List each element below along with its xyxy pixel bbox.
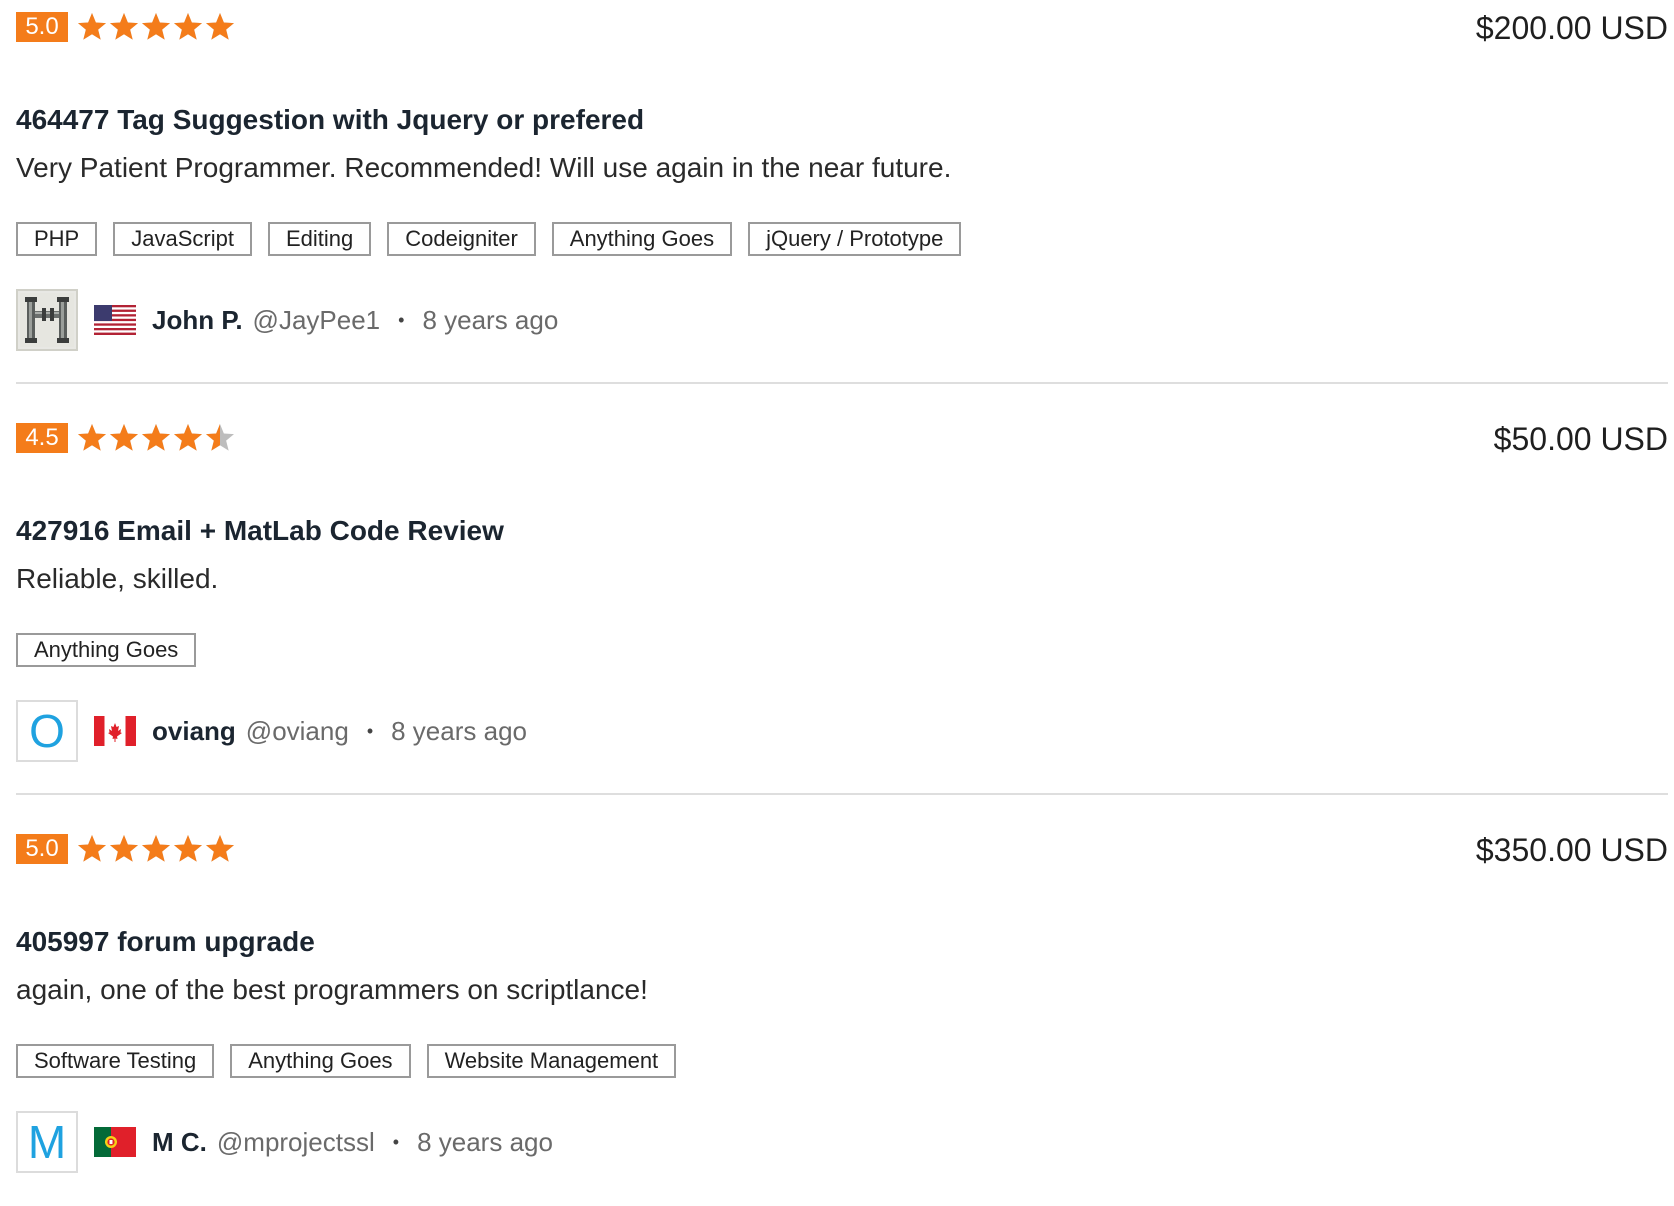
rating-row: 5.0 xyxy=(16,12,236,42)
star-full-icon xyxy=(78,424,106,451)
review-comment: again, one of the best programmers on sc… xyxy=(16,974,648,1005)
review-item: 5.0 $350.00 USD 405997 forum upgrade aga… xyxy=(16,822,1668,1206)
rating-badge: 5.0 xyxy=(16,834,68,864)
canada-flag xyxy=(94,716,136,746)
avatar[interactable] xyxy=(16,289,78,351)
review-comment: Reliable, skilled. xyxy=(16,563,219,594)
star-full-icon xyxy=(206,835,234,862)
skill-tag[interactable]: Editing xyxy=(267,222,372,256)
portugal-flag xyxy=(94,1127,136,1157)
review-price: $50.00 USD xyxy=(1493,421,1668,457)
review-item: 4.5 $50.00 USD 427916 Email + MatLab Cod… xyxy=(16,411,1668,795)
review-title[interactable]: 464477 Tag Suggestion with Jquery or pre… xyxy=(16,104,644,136)
review-time: 8 years ago xyxy=(422,304,559,335)
star-full-icon xyxy=(142,424,170,451)
review-comment: Very Patient Programmer. Recommended! Wi… xyxy=(16,152,952,183)
reviewer-handle[interactable]: @JayPee1 xyxy=(253,305,381,336)
reviewer-info: O oviang @oviang • 8 years ago xyxy=(16,699,527,763)
star-full-icon xyxy=(78,835,106,862)
skill-tag[interactable]: Anything Goes xyxy=(230,1044,411,1078)
reviewer-handle[interactable]: @mprojectssl xyxy=(217,1127,375,1158)
separator-dot: • xyxy=(398,309,405,330)
review-time: 8 years ago xyxy=(391,715,527,746)
reviewer-handle[interactable]: @oviang xyxy=(246,716,349,747)
divider xyxy=(16,793,1668,795)
reviewer-name[interactable]: M C. xyxy=(152,1127,207,1158)
star-full-icon xyxy=(110,13,138,40)
review-price: $350.00 USD xyxy=(1475,832,1668,868)
star-full-icon xyxy=(174,424,202,451)
separator-dot: • xyxy=(392,1131,400,1152)
review-title[interactable]: 427916 Email + MatLab Code Review xyxy=(16,515,504,547)
reviewer-info: M M C. @mprojectssl • 8 years ago xyxy=(16,1110,553,1174)
us-flag xyxy=(94,305,136,335)
skill-tags: PHP JavaScript Editing Codeigniter Anyth… xyxy=(16,222,977,256)
reviewer-name[interactable]: oviang xyxy=(152,716,236,747)
review-title[interactable]: 405997 forum upgrade xyxy=(16,926,315,958)
review-price: $200.00 USD xyxy=(1475,10,1668,46)
star-full-icon xyxy=(142,835,170,862)
skill-tags: Anything Goes xyxy=(16,633,212,667)
review-time: 8 years ago xyxy=(417,1126,553,1157)
skill-tag[interactable]: Website Management xyxy=(426,1044,677,1078)
rating-badge: 5.0 xyxy=(16,12,68,42)
star-rating xyxy=(76,422,236,454)
reviews-list: 5.0 $200.00 USD 464477 Tag Suggestion wi… xyxy=(0,0,1674,1184)
skill-tag[interactable]: Anything Goes xyxy=(16,633,197,667)
reviewer-name[interactable]: John P. xyxy=(152,305,243,336)
star-rating xyxy=(76,833,236,865)
skill-tags: Software Testing Anything Goes Website M… xyxy=(16,1044,692,1078)
star-rating xyxy=(76,11,236,43)
pipes-image xyxy=(20,293,74,347)
rating-row: 4.5 xyxy=(16,423,236,453)
skill-tag[interactable]: Software Testing xyxy=(16,1044,215,1078)
separator-dot: • xyxy=(366,720,374,741)
star-full-icon xyxy=(174,13,202,40)
avatar[interactable]: O xyxy=(16,700,78,762)
review-item: 5.0 $200.00 USD 464477 Tag Suggestion wi… xyxy=(16,0,1668,384)
skill-tag[interactable]: Codeigniter xyxy=(387,222,536,256)
star-full-icon xyxy=(110,424,138,451)
star-full-icon xyxy=(174,835,202,862)
star-half-icon xyxy=(206,424,234,451)
divider xyxy=(16,382,1668,384)
skill-tag[interactable]: PHP xyxy=(16,222,98,256)
avatar[interactable]: M xyxy=(16,1111,78,1173)
star-full-icon xyxy=(206,13,234,40)
star-full-icon xyxy=(110,835,138,862)
star-full-icon xyxy=(142,13,170,40)
rating-row: 5.0 xyxy=(16,834,236,864)
skill-tag[interactable]: JavaScript xyxy=(113,222,252,256)
reviewer-info: John P. @JayPee1 • 8 years ago xyxy=(16,288,558,352)
rating-badge: 4.5 xyxy=(16,423,68,453)
skill-tag[interactable]: jQuery / Prototype xyxy=(748,222,962,256)
skill-tag[interactable]: Anything Goes xyxy=(551,222,733,256)
star-full-icon xyxy=(78,13,106,40)
